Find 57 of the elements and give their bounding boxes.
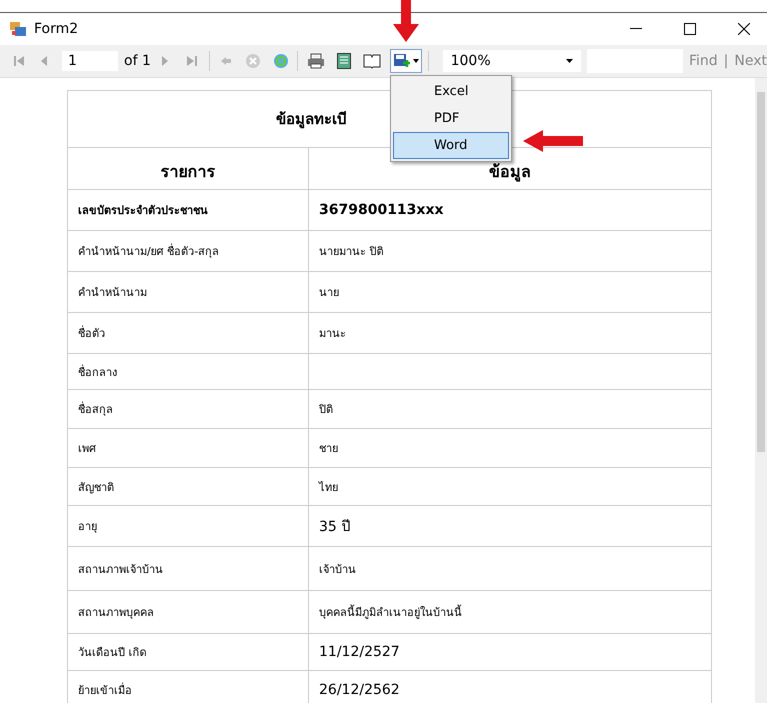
menu-item[interactable]: PDF: [393, 105, 509, 132]
column-header: รายการ: [68, 148, 309, 189]
table-cell-text: 3679800113xxx: [318, 201, 445, 220]
table-cell-text: ชาย: [318, 441, 339, 457]
caret-icon: [566, 59, 573, 63]
table-cell: ชื่อตัว: [68, 313, 309, 353]
table-cell: ชื่อสกุล: [68, 390, 309, 428]
table-cell: ชื่อกลาง: [68, 354, 309, 389]
save-icon: [392, 53, 411, 69]
menu-item[interactable]: Excel: [393, 78, 509, 105]
table-cell: สัญชาติ: [68, 468, 309, 505]
table-cell: อายุ: [68, 506, 309, 546]
table-cell: เพศ: [68, 429, 309, 467]
left-triangle-icon: [39, 54, 49, 68]
table-cell: ย้ายเข้าเมื่อ: [68, 671, 309, 703]
table-cell-text: 11/12/2527: [318, 643, 401, 662]
table-cell: เลขบัตรประจำตัวประชาชน: [68, 190, 309, 230]
table-cell: คำนำหน้านาม/ยศ ชื่อตัว-สกุล: [68, 231, 309, 271]
arrow-icon: [523, 130, 583, 152]
menu-item[interactable]: Word: [393, 132, 509, 159]
table-cell-text: 35 ปี: [318, 518, 352, 537]
maximize-icon: [684, 23, 696, 35]
minimize-icon: [630, 28, 642, 30]
back-arrow-icon: [218, 54, 233, 68]
stop-icon: [244, 53, 261, 69]
close-icon: [738, 23, 750, 35]
table-cell-text: เจ้าบ้าน: [318, 562, 357, 578]
arrow-icon: [393, 0, 419, 42]
report-title: ข้อมูลทะเบี: [276, 109, 347, 130]
page-count: of 1: [124, 53, 151, 69]
table-cell-text: 26/12/2562: [318, 680, 401, 700]
table-cell-text: บุคคลนี้มีภูมิลำเนาอยู่ในบ้านนี้: [318, 604, 463, 621]
column-header: ข้อมูล: [488, 161, 532, 184]
page-number-field[interactable]: 1: [62, 51, 118, 71]
first-page-icon: [13, 54, 25, 68]
app-icon: [10, 22, 26, 36]
table-cell-text: นาย: [318, 285, 340, 301]
book-icon: [363, 53, 381, 69]
table-cell-text: นายมานะ ปิติ: [318, 244, 384, 260]
export-button[interactable]: [390, 49, 422, 73]
page-icon: [337, 53, 352, 69]
caret-icon: [412, 59, 419, 63]
separator-text: |: [724, 53, 728, 69]
table-cell: สถานภาพเจ้าบ้าน: [68, 547, 309, 590]
table-cell: วันเดือนปี เกิด: [68, 634, 309, 670]
table-cell: สถานภาพบุคคล: [68, 591, 309, 633]
table-cell-text: มานะ: [318, 326, 347, 342]
table-cell: คำนำหน้านาม: [68, 272, 309, 312]
table-cell-text: ไทย: [317, 480, 339, 496]
window-title: Form2: [34, 21, 80, 37]
printer-icon: [307, 53, 326, 69]
refresh-icon: [272, 53, 288, 69]
zoom-dropdown[interactable]: 100%: [442, 50, 581, 72]
table-cell-text: ปิติ: [318, 402, 334, 418]
last-page-icon: [186, 54, 198, 68]
right-triangle-icon: [160, 54, 170, 68]
scrollbar[interactable]: [755, 78, 767, 703]
